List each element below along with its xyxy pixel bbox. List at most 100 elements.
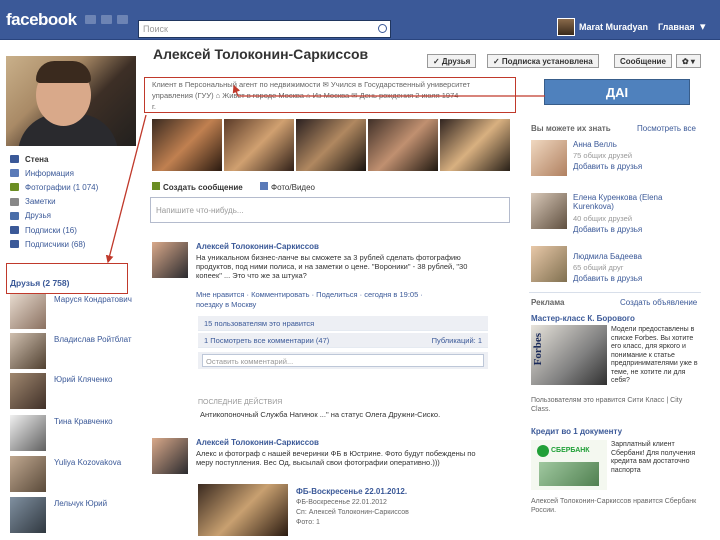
friend-name[interactable]: Юрий Кляченко [54,375,134,385]
album-subtitle: Фото: 1 [296,519,320,526]
user-avatar[interactable] [557,18,575,36]
view-comments-link[interactable]: 1 Посмотреть все комментарии (47) Публик… [198,333,488,348]
see-all-link[interactable]: Посмотреть все [637,124,696,133]
tab-photo-video[interactable]: Фото/Видео [260,182,315,192]
story-location[interactable]: поездку в Москву [196,300,256,309]
ad-social: Алексей Толоконин-Саркиссов нравится Сбе… [531,498,697,514]
friend-item[interactable]: Юрий Кляченко [10,373,135,413]
ad-text: Зарплатный клиент Сбербанк! Для получени… [611,441,696,474]
message-button[interactable]: Сообщение [614,54,672,68]
author-avatar[interactable] [152,242,188,278]
suggested-friend-photo[interactable] [531,140,567,176]
add-friend-link[interactable]: Добавить в друзья [573,162,642,171]
friend-photo[interactable] [10,415,46,451]
profile-name: Алексей Толоконин-Саркиссов [153,46,369,62]
home-link[interactable]: Главная [658,22,695,32]
add-friend-link[interactable]: Добавить в друзья [573,225,642,234]
friend-name[interactable]: Владислав Ройтблат [54,335,134,345]
mutual-friends[interactable]: 40 общих друзей [573,214,632,223]
friend-photo[interactable] [10,373,46,409]
friends-button[interactable]: ✓ Друзья [427,54,477,68]
subscriptions-icon [10,226,19,235]
subscribed-button[interactable]: ✓ Подписка установлена [487,54,599,68]
strip-photo[interactable] [368,119,438,171]
post-icon [152,182,160,190]
ad-title[interactable]: Мастер-класс К. Борового [531,314,635,323]
tab-create-post[interactable]: Создать сообщение [152,182,243,192]
sberbank-logo-text: СБЕРБАНК [551,447,590,454]
suggested-friend-photo[interactable] [531,193,567,229]
account-menu-icon[interactable]: ▾ [700,20,706,33]
nav-item-subscriptions[interactable]: Подписки (16) [10,223,135,237]
nav-item-info[interactable]: Информация [10,166,135,180]
subscribers-icon [10,240,19,249]
settings-dropdown-button[interactable]: ✿ ▾ [676,54,701,68]
friend-item[interactable]: Yuliya Kozovakova [10,456,135,496]
friend-name[interactable]: Тина Кравченко [54,417,134,427]
album-thumbnail[interactable] [198,484,288,536]
strip-photo[interactable] [296,119,366,171]
strip-photo[interactable] [152,119,222,171]
comment-input[interactable]: Оставить комментарий... [202,354,484,367]
friend-item[interactable]: Лельчук Юрий [10,497,135,537]
album-subtitle: ФБ-Воскресенье 22.01.2012 [296,499,387,506]
user-name-link[interactable]: Marat Muradyan [579,22,648,32]
notes-icon [10,197,19,206]
album-subtitle: Сп: Алексей Толоконин-Саркиссов [296,509,409,516]
add-friend-link[interactable]: Добавить в друзья [573,274,642,283]
suggested-friend-photo[interactable] [531,246,567,282]
create-ad-link[interactable]: Создать объявление [620,298,697,307]
profile-navigation: Стена Информация Фотографии (1 074) Заме… [10,152,135,251]
friend-photo[interactable] [10,456,46,492]
photo-strip [152,119,510,171]
ad-text: Модели предоставлены в списке Forbes. Вы… [611,326,698,384]
suggested-friend-name[interactable]: Людмила Бадеева [573,252,642,261]
story-text: На уникальном бизнес-ланче вы сможете за… [196,253,468,280]
nav-item-subscribers[interactable]: Подписчики (68) [10,237,135,251]
strip-photo[interactable] [224,119,294,171]
ad-image[interactable]: Forbes [531,325,607,385]
profile-photo[interactable] [6,56,136,146]
facebook-logo[interactable]: facebook [6,10,77,30]
friend-item[interactable]: Владислав Ройтблат [10,333,135,373]
story-author[interactable]: Алексей Толоконин-Саркиссов [196,242,319,251]
shares-count: Публикаций: 1 [431,336,482,345]
story-author[interactable]: Алексей Толоконин-Саркиссов [196,438,319,447]
search-icon[interactable] [378,24,387,33]
friend-item[interactable]: Маруся Кондратович [10,293,135,333]
divider [529,292,701,293]
ad-image[interactable]: СБЕРБАНК [531,440,607,490]
friend-name[interactable]: Лельчук Юрий [54,499,134,509]
messages-icon[interactable] [101,15,112,24]
mutual-friends[interactable]: 75 общих друзей [573,151,632,160]
search-input[interactable]: Поиск [138,20,391,38]
nav-item-notes[interactable]: Заметки [10,195,135,209]
status-input[interactable]: Напишите что-нибудь... [150,197,510,223]
notifications-icon[interactable] [117,15,128,24]
mutual-friends[interactable]: 65 общий друг [573,263,623,272]
friend-photo[interactable] [10,293,46,329]
search-placeholder: Поиск [143,24,168,34]
suggested-friend-name[interactable]: Анна Велль [573,140,617,149]
album-title[interactable]: ФБ-Воскресенье 22.01.2012. [296,487,407,496]
friend-photo[interactable] [10,497,46,533]
author-avatar[interactable] [152,438,188,474]
info-callout-box [144,77,516,113]
friend-name[interactable]: Маруся Кондратович [54,295,134,305]
wall-icon [10,155,19,164]
ad-title[interactable]: Кредит во 1 документу [531,427,622,436]
friend-item[interactable]: Тина Кравченко [10,415,135,455]
friend-requests-icon[interactable] [85,15,96,24]
nav-item-photos[interactable]: Фотографии (1 074) [10,180,135,194]
nav-item-friends[interactable]: Друзья [10,209,135,223]
strip-photo[interactable] [440,119,510,171]
annotation-label: ДАI [544,79,690,105]
suggested-friend-name[interactable]: Елена Куренкова (Elena Kurenkova) [573,193,703,211]
forbes-logo: Forbes [532,333,544,366]
friend-photo[interactable] [10,333,46,369]
nav-item-wall[interactable]: Стена [10,152,135,166]
info-icon [10,169,19,178]
likes-summary[interactable]: 15 пользователям это нравится [198,316,488,331]
story-actions[interactable]: Мне нравится · Комментировать · Поделить… [196,290,423,299]
friend-name[interactable]: Yuliya Kozovakova [54,458,134,468]
